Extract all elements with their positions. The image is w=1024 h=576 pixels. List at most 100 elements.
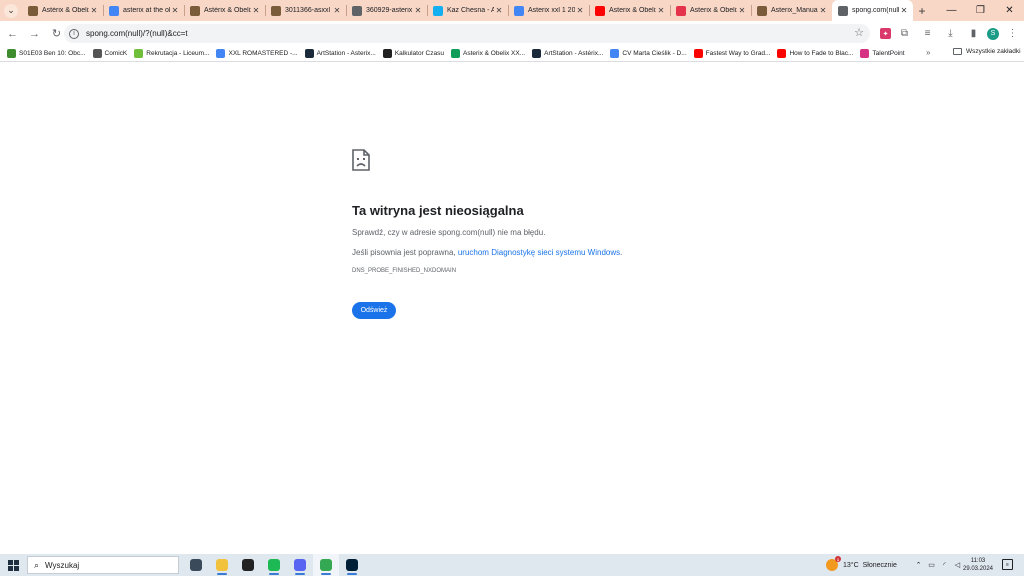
tab-2[interactable]: Astérix & Obelix ✕ xyxy=(184,0,265,21)
file-explorer-icon[interactable] xyxy=(209,554,235,576)
tab-5[interactable]: Kaz Chesna - A ✕ xyxy=(427,0,508,21)
talentpoint-icon xyxy=(860,49,870,58)
error-title: Ta witryna jest nieosiągalna xyxy=(352,203,524,218)
bookmark-label: Rekrutacja - Liceum... xyxy=(146,50,210,57)
close-tab-icon[interactable]: ✕ xyxy=(818,6,828,15)
close-window-button[interactable]: ✕ xyxy=(995,0,1024,21)
bookmarks-list: S01E03 Ben 10: Obc... ComicK Rekrutacja - … xyxy=(0,49,905,58)
extensions-puzzle-icon[interactable]: ⧉ xyxy=(895,25,914,42)
error-suggestion-prefix: Jeśli pisownia jest poprawna, xyxy=(352,248,458,257)
back-button[interactable]: ← xyxy=(3,24,22,43)
bookmark-item[interactable]: Kalkulator Czasu xyxy=(382,49,444,58)
tab-title: 360929-asterix xyxy=(366,7,413,14)
asterix-icon xyxy=(271,5,281,16)
tab-4[interactable]: 360929-asterix ✕ xyxy=(346,0,427,21)
chevron-up-icon[interactable]: ⌃ xyxy=(912,561,925,569)
artstation-icon xyxy=(433,5,443,16)
new-tab-button[interactable]: + xyxy=(913,0,931,21)
close-tab-icon[interactable]: ✕ xyxy=(332,6,342,15)
system-tray: ⌃ ▭ ◜ ◁ xyxy=(912,554,964,576)
photoshop-icon[interactable] xyxy=(339,554,365,576)
close-tab-icon[interactable]: ✕ xyxy=(899,6,909,15)
weather-badge: 1 xyxy=(835,556,841,562)
tab-0[interactable]: Astérix & Obelix ✕ xyxy=(22,0,103,21)
bookmark-item[interactable]: Rekrutacja - Liceum... xyxy=(134,49,209,58)
menu-icon[interactable]: ⋮ xyxy=(1003,25,1022,42)
bookmark-label: Fastest Way to Grad... xyxy=(705,50,771,57)
close-tab-icon[interactable]: ✕ xyxy=(89,6,99,15)
close-tab-icon[interactable]: ✕ xyxy=(251,6,261,15)
close-tab-icon[interactable]: ✕ xyxy=(413,6,423,15)
tab-10[interactable]: spong.com(null) ✕ xyxy=(832,0,913,21)
wifi-icon[interactable]: ◜ xyxy=(938,561,951,569)
unity-icon[interactable] xyxy=(235,554,261,576)
search-icon: ⌕ xyxy=(34,559,40,570)
extension-icon[interactable]: ✦ xyxy=(880,28,891,39)
sheets-icon xyxy=(450,49,460,58)
chrome-icon[interactable] xyxy=(313,554,339,576)
address-bar[interactable]: i spong.com(null)/?(null)&cc=t ☆ xyxy=(64,24,870,43)
side-panel-icon[interactable]: ▮ xyxy=(964,25,983,42)
clock[interactable]: 11:03 29.03.2024 xyxy=(962,557,994,573)
taskbar-search[interactable]: ⌕ Wyszukaj xyxy=(27,556,179,574)
photoshop-icon-glyph xyxy=(346,559,358,571)
network-diagnostics-link[interactable]: uruchom Diagnostykę sieci systemu Window… xyxy=(458,248,620,257)
close-tab-icon[interactable]: ✕ xyxy=(494,6,504,15)
tab-search-button[interactable]: ⌄ xyxy=(0,0,22,21)
downloads-icon[interactable]: ⤓ xyxy=(941,25,960,42)
artstation-icon xyxy=(532,49,542,58)
tab-9[interactable]: Asterix_Manual ✕ xyxy=(751,0,832,21)
forward-button[interactable]: → xyxy=(25,24,44,43)
tab-title: Astérix & Obelix xyxy=(204,7,251,14)
windows-start-icon[interactable] xyxy=(8,559,19,571)
close-tab-icon[interactable]: ✕ xyxy=(656,6,666,15)
bookmark-item[interactable]: CV Marta Cieślik - D... xyxy=(610,49,687,58)
discord-icon[interactable] xyxy=(287,554,313,576)
close-tab-icon[interactable]: ✕ xyxy=(737,6,747,15)
tab-title: Asterix & Obelix xyxy=(690,7,737,14)
clock-date: 29.03.2024 xyxy=(962,566,994,572)
weather-widget[interactable]: 1 13°C Słonecznie xyxy=(826,554,901,576)
youtube-icon xyxy=(693,49,703,58)
restore-button[interactable]: ❐ xyxy=(966,0,995,21)
bookmark-item[interactable]: XXL ROMASTERED -... xyxy=(216,49,298,58)
tab-1[interactable]: asterix at the ol ✕ xyxy=(103,0,184,21)
battery-icon[interactable]: ▭ xyxy=(925,561,938,569)
bookmark-item[interactable]: ComicK xyxy=(92,49,127,58)
bookmarks-bar: S01E03 Ben 10: Obc... ComicK Rekrutacja - … xyxy=(0,46,1024,62)
notifications-icon[interactable]: ≡ xyxy=(1002,559,1013,570)
chrome-icon-glyph xyxy=(320,559,332,571)
all-bookmarks-button[interactable]: Wszystkie zakładki xyxy=(953,48,1021,55)
bookmark-item[interactable]: S01E03 Ben 10: Obc... xyxy=(7,49,86,58)
profile-avatar[interactable]: S xyxy=(987,27,999,40)
bookmark-item[interactable]: Fastest Way to Grad... xyxy=(693,49,771,58)
close-tab-icon[interactable]: ✕ xyxy=(575,6,585,15)
bookmark-label: XXL ROMASTERED -... xyxy=(228,50,298,57)
error-message: Sprawdź, czy w adresie spong.com(null) n… xyxy=(352,228,546,237)
taskbar-search-label: Wyszukaj xyxy=(45,560,80,570)
bookmark-star-icon[interactable]: ☆ xyxy=(854,26,864,39)
tab-title: asterix at the ol xyxy=(123,7,170,14)
tab-3[interactable]: 3011366-asxxl ✕ xyxy=(265,0,346,21)
media-controls-icon[interactable]: ≡ xyxy=(918,25,937,42)
tab-8[interactable]: Asterix & Obelix ✕ xyxy=(670,0,751,21)
spotify-icon[interactable] xyxy=(261,554,287,576)
close-tab-icon[interactable]: ✕ xyxy=(170,6,180,15)
bookmark-item[interactable]: How to Fade to Blac... xyxy=(777,49,853,58)
bookmark-item[interactable]: ArtStation - Astérix... xyxy=(532,49,603,58)
globe-icon xyxy=(838,5,848,16)
bookmark-item[interactable]: ArtStation - Asterix... xyxy=(304,49,376,58)
more-bookmarks-button[interactable]: » xyxy=(926,48,930,57)
tab-6[interactable]: Asterix xxl 1 20 ✕ xyxy=(508,0,589,21)
reload-page-button[interactable]: Odśwież xyxy=(352,302,396,319)
minimize-button[interactable]: — xyxy=(937,0,966,21)
tab-7[interactable]: Asterix & Obelix ✕ xyxy=(589,0,670,21)
address-url[interactable]: spong.com(null)/?(null)&cc=t xyxy=(86,29,188,38)
weather-sun-icon: 1 xyxy=(826,556,841,571)
google-icon xyxy=(109,5,119,16)
bookmark-label: ArtStation - Astérix... xyxy=(544,50,604,57)
task-view-icon[interactable] xyxy=(183,554,209,576)
bookmark-item[interactable]: Asterix & Obelix XX... xyxy=(450,49,525,58)
site-info-icon[interactable]: i xyxy=(69,28,79,39)
bookmark-item[interactable]: TalentPoint xyxy=(860,49,905,58)
